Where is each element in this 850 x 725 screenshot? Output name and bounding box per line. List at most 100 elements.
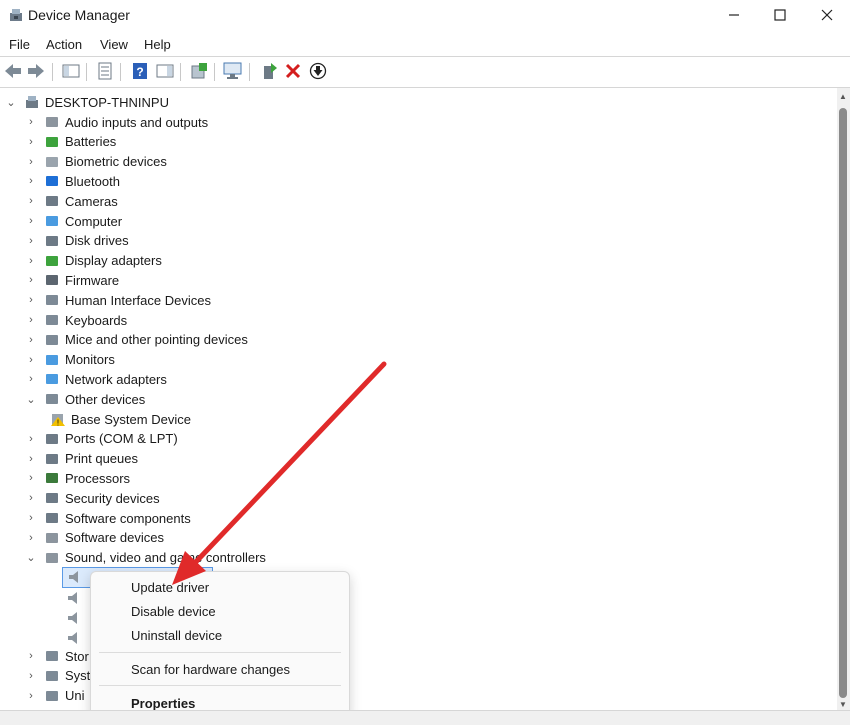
category-row[interactable]: › Monitors [24,350,115,370]
category-row[interactable]: › Batteries [24,132,116,152]
category-row[interactable]: › Processors [24,468,130,488]
expander-chevron-icon[interactable]: › [24,670,38,682]
scan-hardware-button[interactable] [223,61,243,81]
menu-help[interactable]: Help [144,37,171,52]
category-row[interactable]: › Firmware [24,270,119,290]
scroll-down-icon[interactable]: ▼ [839,700,847,709]
category-label: Firmware [65,272,120,288]
category-label: Mice and other pointing devices [65,332,248,348]
uninstall-device-menu-item[interactable]: Uninstall device [131,628,222,643]
category-row[interactable]: › Security devices [24,488,160,508]
expander-chevron-icon[interactable]: › [24,255,38,267]
action-pane-button[interactable] [155,61,175,81]
help-button[interactable]: ? [130,61,150,81]
category-row[interactable]: › Mice and other pointing devices [24,330,248,350]
vertical-scrollbar[interactable]: ▲ ▼ [837,88,850,714]
expander-chevron-icon[interactable]: ⌄ [24,393,38,406]
update-driver-menu-item[interactable]: Update driver [131,580,209,595]
expander-chevron-icon[interactable]: › [24,373,38,385]
category-row[interactable]: › Biometric devices [24,152,167,172]
expander-chevron-icon[interactable]: › [24,116,38,128]
scroll-up-icon[interactable]: ▲ [839,92,847,101]
expander-chevron-icon[interactable]: › [24,334,38,346]
status-bar [0,710,850,725]
uninstall-device-button[interactable] [283,61,303,81]
expander-chevron-icon[interactable]: › [24,532,38,544]
expander-chevron-icon[interactable]: › [24,294,38,306]
expander-chevron-icon[interactable]: › [24,650,38,662]
device-category-icon [46,513,58,523]
menu-action[interactable]: Action [46,37,82,52]
expander-chevron-icon[interactable]: › [24,512,38,524]
expander-chevron-icon[interactable]: › [24,274,38,286]
expander-chevron-icon[interactable]: › [24,453,38,465]
category-row[interactable]: ⌄ Sound, video and game controllers [24,548,266,568]
device-category-icon [46,374,58,385]
maximize-button[interactable] [757,0,803,30]
category-row[interactable]: › Syst [24,666,90,686]
category-row[interactable]: › Display adapters [24,251,162,271]
minimize-button[interactable] [711,0,757,30]
expander-chevron-icon[interactable]: › [24,472,38,484]
category-label: Print queues [65,451,138,467]
category-label: Uni [65,688,85,704]
device-category-icon [46,433,58,444]
category-row[interactable]: › Audio inputs and outputs [24,112,208,132]
category-label: Stor [65,648,89,664]
close-button[interactable] [804,0,850,30]
category-label: Security devices [65,490,160,506]
device-category-icon [46,651,58,661]
category-row[interactable]: › Uni [24,686,85,706]
tree-root[interactable]: ⌄ DESKTOP-THNINPU [4,92,169,112]
device-category-icon [46,394,58,405]
menu-view[interactable]: View [100,37,128,52]
scan-hardware-menu-item[interactable]: Scan for hardware changes [131,662,290,677]
expander-chevron-icon[interactable]: › [24,433,38,445]
disable-device-menu-item[interactable]: Disable device [131,604,216,619]
toolbar-separator [120,63,121,81]
expander-chevron-icon[interactable]: › [24,492,38,504]
back-button[interactable] [3,61,23,81]
menu-separator [99,685,341,686]
collapse-chevron-icon[interactable]: ⌄ [4,96,18,109]
expander-chevron-icon[interactable]: ⌄ [24,551,38,564]
category-row[interactable]: › Network adapters [24,369,167,389]
svg-text:?: ? [136,65,143,79]
category-row[interactable]: › Print queues [24,449,138,469]
expander-chevron-icon[interactable]: › [24,690,38,702]
device-category-icon [46,216,58,226]
device-category-icon [46,156,58,167]
category-row[interactable]: › Software devices [24,528,164,548]
device-row[interactable]: ! Base System Device [44,409,191,429]
category-row[interactable]: › Ports (COM & LPT) [24,429,178,449]
category-row[interactable]: › Computer [24,211,122,231]
category-row[interactable]: › Human Interface Devices [24,290,211,310]
console-tree-button[interactable] [61,61,81,81]
expander-chevron-icon[interactable]: › [24,354,38,366]
expander-chevron-icon[interactable]: › [24,136,38,148]
category-row[interactable]: › Keyboards [24,310,127,330]
category-row[interactable]: › Software components [24,508,191,528]
properties-menu-item[interactable]: Properties [131,696,195,711]
expander-chevron-icon[interactable]: › [24,314,38,326]
disable-device-button[interactable] [308,61,328,81]
expander-chevron-icon[interactable]: › [24,235,38,247]
menu-file[interactable]: File [9,37,30,52]
device-category-icon [46,136,58,147]
category-row[interactable]: › Cameras [24,191,118,211]
category-row[interactable]: › Disk drives [24,231,128,251]
expander-chevron-icon[interactable]: › [24,195,38,207]
device-label: Base System Device [71,411,191,427]
scroll-thumb[interactable] [839,108,847,698]
expander-chevron-icon[interactable]: › [24,215,38,227]
toolbar-separator [180,63,181,81]
enable-device-button[interactable] [259,61,279,81]
properties-button[interactable] [95,61,115,81]
expander-chevron-icon[interactable]: › [24,175,38,187]
forward-button[interactable] [26,61,46,81]
expander-chevron-icon[interactable]: › [24,156,38,168]
device-manager-app-icon [10,9,22,21]
update-driver-button[interactable] [189,61,209,81]
category-row[interactable]: › Bluetooth [24,171,120,191]
category-row[interactable]: ⌄ Other devices [24,389,145,409]
